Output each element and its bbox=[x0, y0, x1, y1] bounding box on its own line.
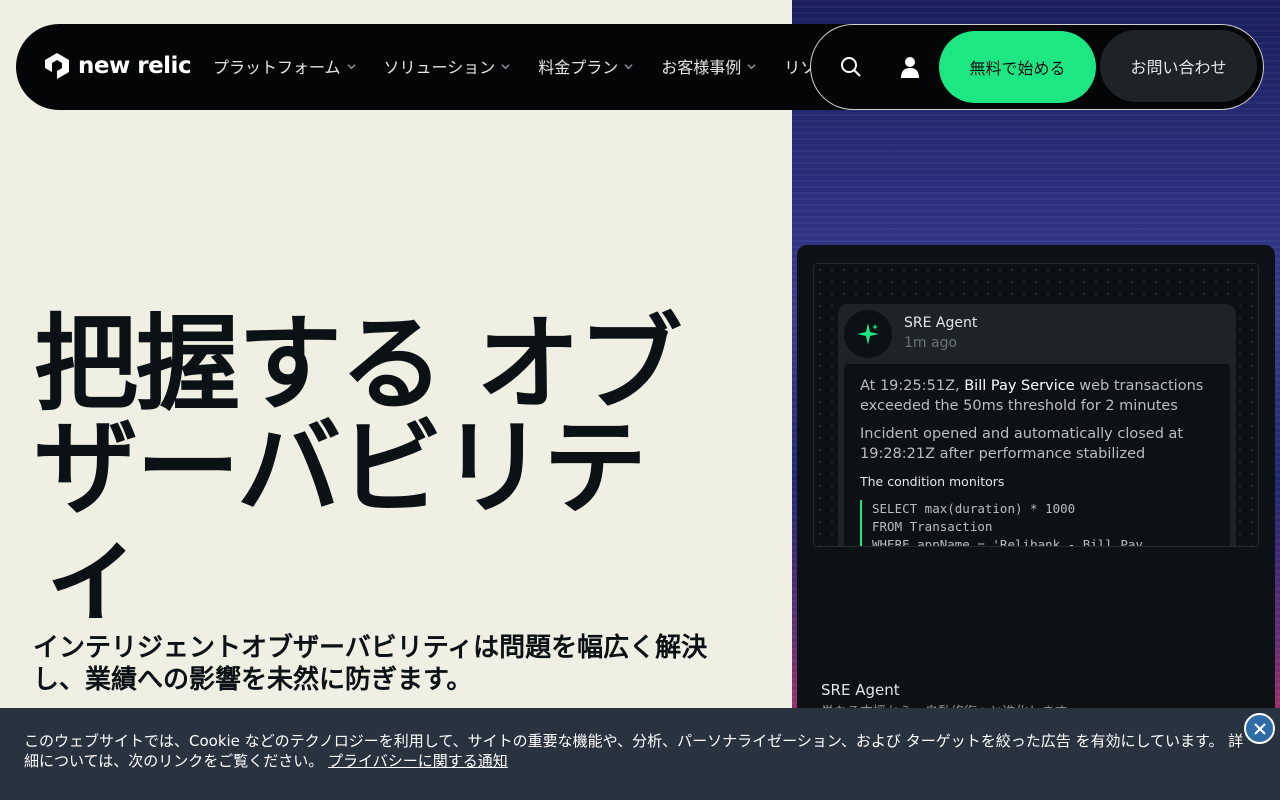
contact-button[interactable]: お問い合わせ bbox=[1100, 30, 1257, 102]
code-line: WHERE appName = 'Relibank - Bill Pay bbox=[872, 537, 1143, 547]
chevron-down-icon bbox=[624, 63, 633, 69]
nav-item-customers[interactable]: お客様事例 bbox=[661, 54, 756, 78]
cookie-close-button[interactable] bbox=[1244, 713, 1275, 744]
close-icon bbox=[1253, 722, 1266, 735]
message-body: At 19:25:51Z, Bill Pay Service web trans… bbox=[844, 364, 1230, 547]
chevron-down-icon bbox=[346, 63, 356, 69]
brand-logo[interactable]: new relic bbox=[44, 52, 192, 80]
code-line: FROM Transaction bbox=[872, 519, 993, 534]
query-code-block: SELECT max(duration) * 1000 FROM Transac… bbox=[860, 500, 1214, 547]
user-icon bbox=[901, 57, 919, 78]
chevron-down-icon bbox=[501, 63, 510, 69]
nav-item-label: お客様事例 bbox=[661, 58, 742, 77]
privacy-notice-link[interactable]: プライバシーに関する通知 bbox=[328, 752, 508, 770]
service-name: Bill Pay Service bbox=[964, 378, 1075, 394]
agent-name: SRE Agent bbox=[904, 315, 978, 331]
hero-subtitle: インテリジェントオブザーバビリティは問題を幅広く解決し、業績への影響を未然に防ぎ… bbox=[33, 633, 708, 695]
condition-label: The condition monitors bbox=[860, 474, 1005, 489]
search-button[interactable] bbox=[836, 52, 866, 82]
start-free-button[interactable]: 無料で始める bbox=[939, 31, 1096, 103]
brand-name: new relic bbox=[78, 53, 192, 79]
account-button[interactable] bbox=[895, 52, 925, 82]
hero-title-line: 把握する オブ bbox=[34, 303, 682, 425]
sre-agent-card: SRE Agent 1m ago At 19:25:51Z, Bill Pay … bbox=[797, 245, 1275, 715]
nav-item-platform[interactable]: プラットフォーム bbox=[213, 54, 356, 78]
hero-title: 把握する オブ ザーバビリテ ィ bbox=[34, 312, 774, 624]
cookie-message: このウェブサイトでは、Cookie などのテクノロジーを利用して、サイトの重要な… bbox=[24, 732, 1244, 770]
nav-item-pricing[interactable]: 料金プラン bbox=[538, 54, 633, 78]
sparkle-icon bbox=[857, 323, 879, 345]
nav-item-label: 料金プラン bbox=[538, 58, 619, 77]
nav-item-solutions[interactable]: ソリューション bbox=[384, 54, 511, 78]
nav-item-label: プラットフォーム bbox=[213, 58, 341, 77]
agent-message: SRE Agent 1m ago At 19:25:51Z, Bill Pay … bbox=[838, 304, 1236, 547]
card-title: SRE Agent bbox=[821, 681, 900, 699]
message-timestamp: 1m ago bbox=[904, 335, 958, 351]
primary-nav: プラットフォーム ソリューション 料金プラン お客様事例 リソース bbox=[213, 48, 819, 84]
search-icon bbox=[841, 57, 861, 77]
avatar bbox=[844, 310, 892, 358]
hero-title-line: ィ bbox=[42, 511, 146, 633]
nav-item-label: ソリューション bbox=[383, 58, 496, 77]
code-line: SELECT max(duration) * 1000 bbox=[872, 501, 1076, 516]
cookie-text: このウェブサイトでは、Cookie などのテクノロジーを利用して、サイトの重要な… bbox=[24, 731, 1249, 771]
cookie-banner: このウェブサイトでは、Cookie などのテクノロジーを利用して、サイトの重要な… bbox=[0, 708, 1280, 800]
new-relic-logo-icon bbox=[45, 53, 69, 79]
hero-title-line: ザーバビリテ bbox=[34, 407, 647, 529]
card-preview: SRE Agent 1m ago At 19:25:51Z, Bill Pay … bbox=[813, 263, 1259, 547]
message-paragraph: Incident opened and automatically closed… bbox=[860, 426, 1184, 462]
message-paragraph: At 19:25:51Z, Bill Pay Service web trans… bbox=[860, 378, 1204, 414]
chevron-down-icon bbox=[747, 63, 756, 69]
